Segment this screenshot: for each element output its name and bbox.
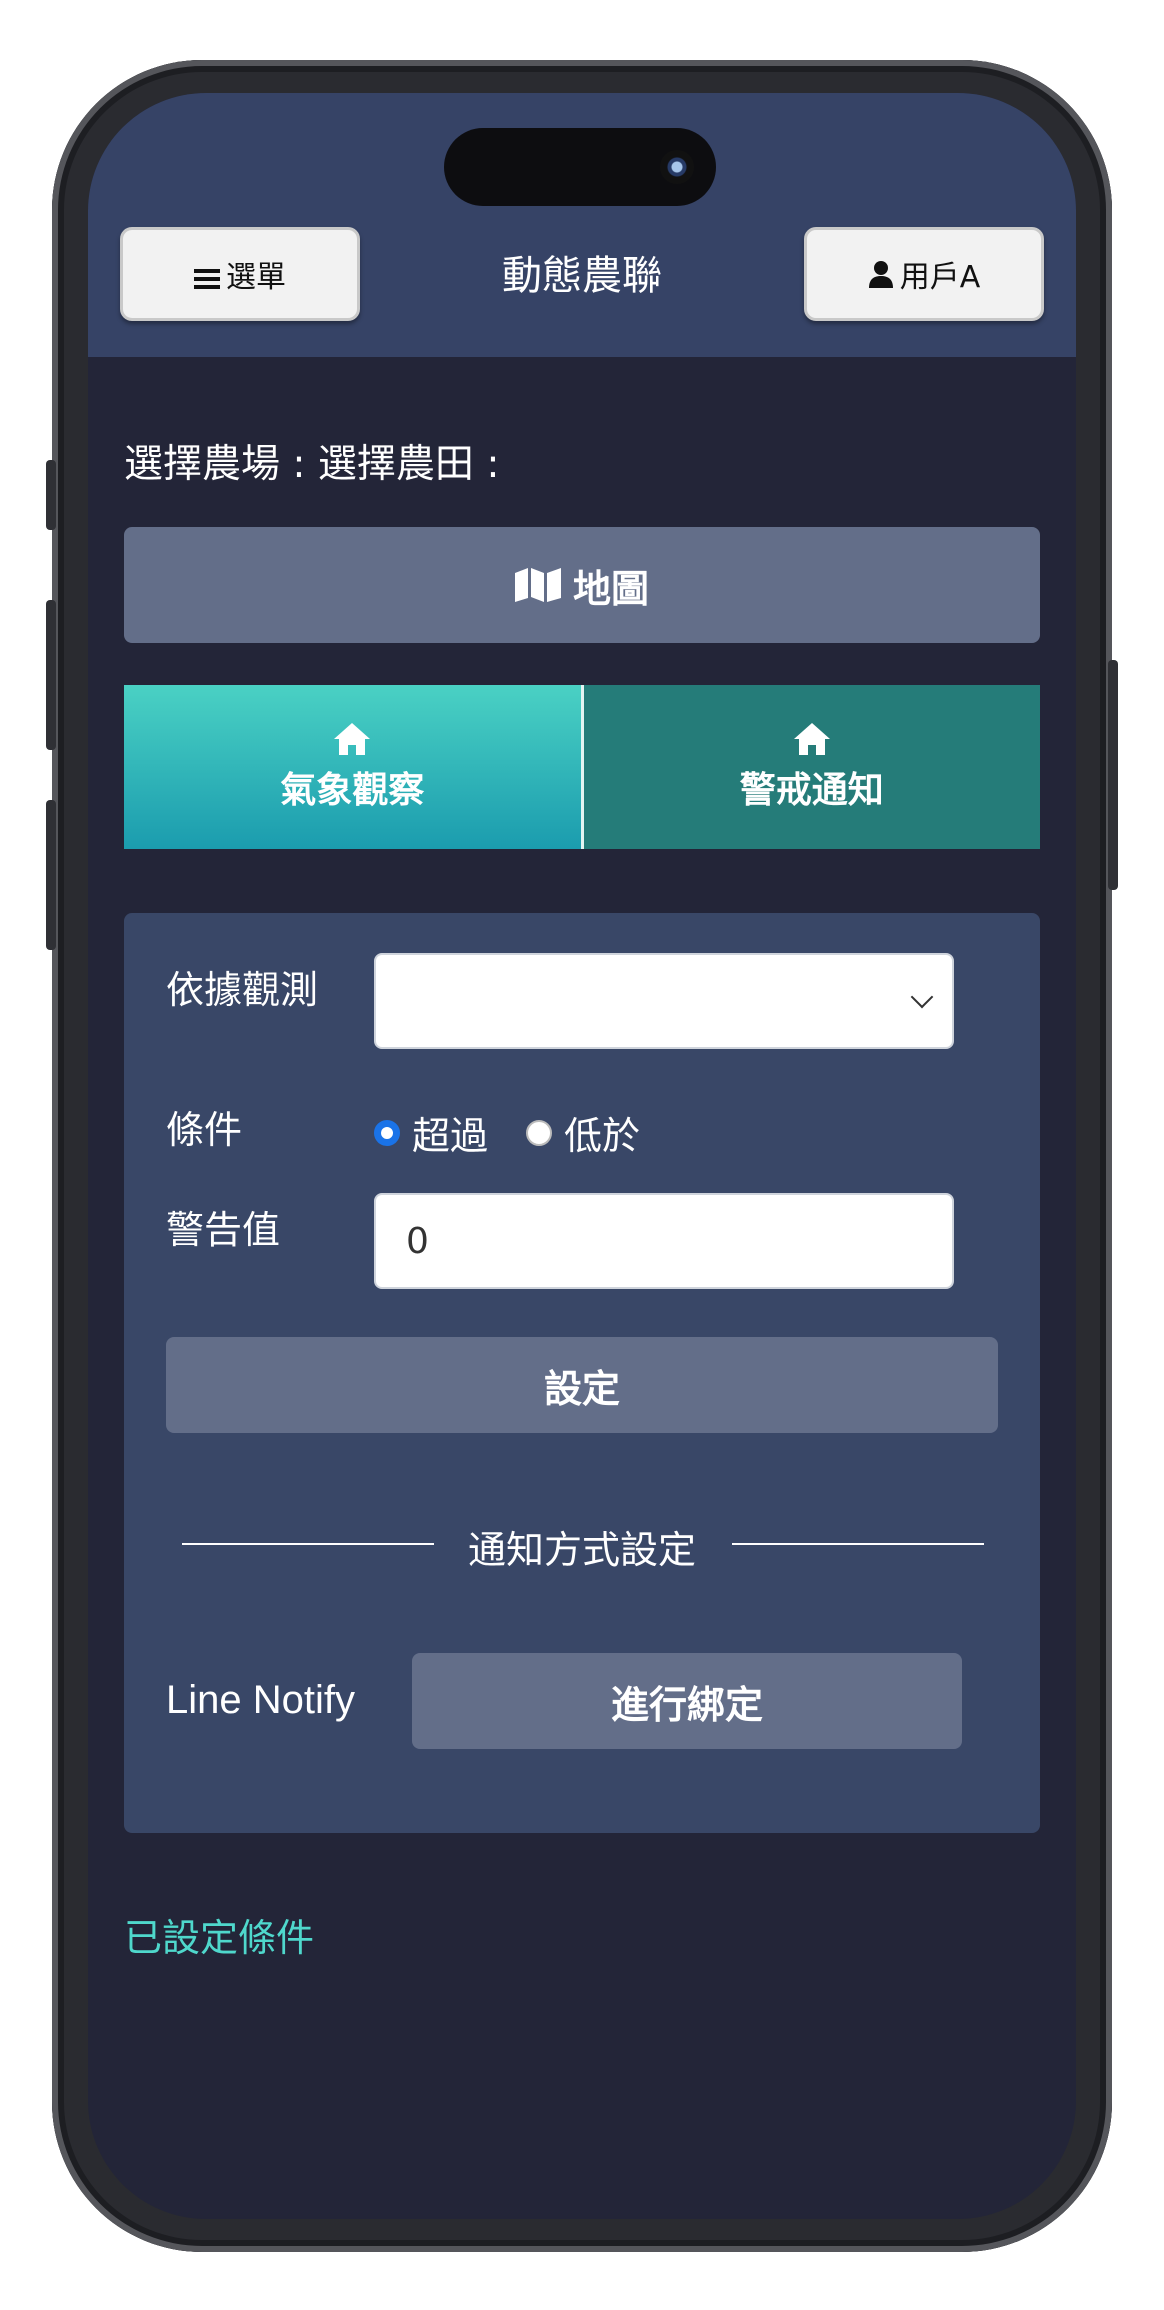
action-button	[46, 460, 56, 530]
warning-value-text: 0	[406, 1220, 429, 1262]
notify-section-title: 通知方式設定	[467, 1528, 696, 1572]
warning-value-label: 警告值	[166, 1208, 281, 1252]
camera-icon	[660, 150, 694, 184]
alert-settings-panel: 依據觀測 條件 超過 低於 警告值 0 設定 通知方式設定 Line Notif…	[124, 913, 1040, 1833]
radio-exceed[interactable]	[374, 1119, 400, 1146]
basis-label: 依據觀測	[166, 968, 319, 1012]
set-button[interactable]: 設定	[166, 1337, 998, 1433]
condition-label: 條件	[166, 1108, 243, 1152]
tab-bar: 氣象觀察 警戒通知	[124, 685, 1040, 849]
map-icon	[514, 567, 561, 603]
user-button-label: 用戶A	[899, 260, 981, 295]
bind-line-button[interactable]: 進行綁定	[412, 1653, 962, 1749]
observation-select[interactable]	[374, 953, 954, 1049]
line-notify-label: Line Notify	[166, 1678, 355, 1722]
dynamic-island	[444, 128, 716, 206]
set-conditions-heading: 已設定條件	[124, 1916, 315, 1960]
volume-down-button	[46, 800, 56, 950]
map-button[interactable]: 地圖	[124, 527, 1040, 643]
farm-field-selector[interactable]: 選擇農場 : 選擇農田 :	[124, 433, 499, 489]
tab-label: 氣象觀察	[280, 770, 425, 811]
radio-below-label[interactable]: 低於	[564, 1105, 640, 1160]
chevron-down-icon	[910, 985, 934, 1009]
home-icon	[332, 721, 372, 757]
user-button[interactable]: 用戶A	[804, 227, 1044, 321]
tab-alert-notification[interactable]: 警戒通知	[583, 685, 1040, 849]
volume-up-button	[46, 600, 56, 750]
map-button-label: 地圖	[572, 566, 649, 611]
tab-label: 警戒通知	[739, 770, 884, 811]
condition-radio-group: 超過 低於	[374, 1105, 678, 1160]
radio-exceed-label[interactable]: 超過	[412, 1105, 488, 1160]
power-button	[1108, 660, 1118, 890]
divider-right	[732, 1543, 984, 1545]
tab-weather-observation[interactable]: 氣象觀察	[124, 685, 584, 849]
home-icon	[792, 721, 832, 757]
radio-below[interactable]	[526, 1119, 553, 1146]
app-screen: 選單 動態農聯 用戶A 選擇農場 : 選擇農田 : 地圖 氣象觀察 警戒通知 依…	[88, 93, 1076, 2219]
warning-value-input[interactable]: 0	[374, 1193, 954, 1289]
user-icon	[868, 260, 894, 288]
